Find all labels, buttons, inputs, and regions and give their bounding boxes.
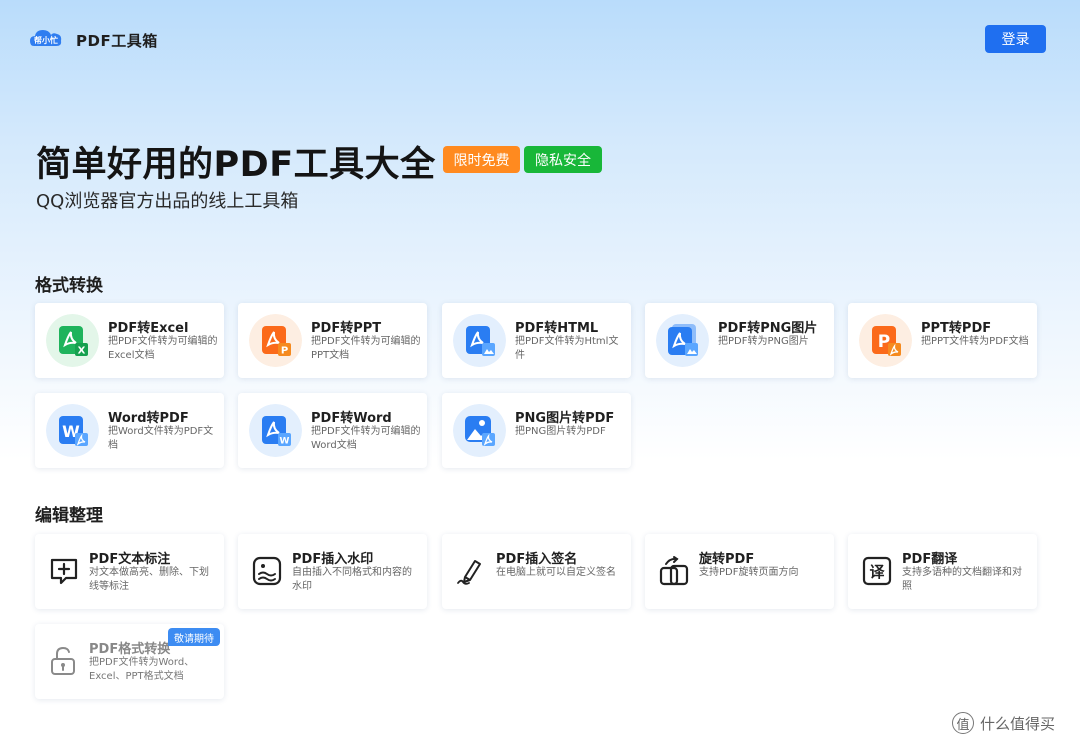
tool-desc: 在电脑上就可以自定义签名 xyxy=(496,567,616,578)
tool-title: PDF转Word xyxy=(311,411,392,426)
watermark-logo-icon: 值 xyxy=(952,712,974,734)
tool-desc: 自由插入不同格式和内容的水印 xyxy=(292,567,412,592)
tool-desc: 把PDF文件转为可编辑的Excel文档 xyxy=(108,336,218,361)
tool-card-pdf-to-html[interactable]: PDF转HTML 把PDF文件转为Html文件 xyxy=(442,303,631,378)
tool-card-word-to-pdf[interactable]: W Word转PDF 把Word文件转为PDF文档 xyxy=(35,393,224,468)
pdf-to-png-icon xyxy=(656,314,709,367)
rotate-icon xyxy=(659,556,689,586)
tool-title: PDF格式转换 xyxy=(89,642,171,657)
tool-title: PDF翻译 xyxy=(902,552,958,567)
unlock-icon xyxy=(51,646,75,675)
png-to-pdf-icon xyxy=(453,404,506,457)
tool-title: PPT转PDF xyxy=(921,321,992,336)
pdf-to-word-icon: W xyxy=(249,404,302,457)
tool-desc: 支持PDF旋转页面方向 xyxy=(699,567,799,578)
tool-title: PDF转PPT xyxy=(311,321,382,336)
tool-desc: 把PPT文件转为PDF文档 xyxy=(921,336,1029,347)
tool-desc: 把PDF文件转为Html文件 xyxy=(515,336,619,361)
logo-text: 帮小忙 xyxy=(34,35,58,45)
coming-soon-badge: 敬请期待 xyxy=(168,628,220,646)
word-to-pdf-icon: W xyxy=(46,404,99,457)
tool-desc: 把PDF转为PNG图片 xyxy=(718,336,809,347)
tool-title: PDF插入签名 xyxy=(496,552,578,567)
section-title-edit-organize: 编辑整理 xyxy=(35,506,103,526)
tool-card-pdf-to-png[interactable]: PDF转PNG图片 把PDF转为PNG图片 xyxy=(645,303,834,378)
tool-card-pdf-to-excel[interactable]: X PDF转Excel 把PDF文件转为可编辑的Excel文档 xyxy=(35,303,224,378)
section-title-format-conversion: 格式转换 xyxy=(35,276,103,296)
svg-text:P: P xyxy=(281,346,288,357)
annotate-icon xyxy=(50,558,78,585)
logo-icon[interactable]: 帮小忙 xyxy=(28,26,64,52)
translate-icon: 译 xyxy=(862,556,892,586)
pdf-to-ppt-icon: P xyxy=(249,314,302,367)
tool-card-translate-pdf[interactable]: 译 PDF翻译 支持多语种的文档翻译和对照 xyxy=(848,534,1037,609)
top-bar: 帮小忙 PDF工具箱 登录 xyxy=(0,0,1080,78)
privacy-badge: 隐私安全 xyxy=(524,146,602,173)
tool-title: Word转PDF xyxy=(108,411,189,426)
tool-card-pdf-format-convert[interactable]: PDF格式转换 把PDF文件转为Word、Excel、PPT格式文档 敬请期待 xyxy=(35,624,224,699)
tool-card-insert-signature[interactable]: PDF插入签名 在电脑上就可以自定义签名 xyxy=(442,534,631,609)
app-name: PDF工具箱 xyxy=(76,32,158,50)
tool-title: PDF文本标注 xyxy=(89,552,171,567)
watermark-text: 什么值得买 xyxy=(980,714,1056,733)
tool-title: PDF转HTML xyxy=(515,321,599,336)
svg-text:译: 译 xyxy=(869,563,885,581)
watermark-icon xyxy=(252,556,282,586)
tool-desc: 把PDF文件转为可编辑的Word文档 xyxy=(311,426,421,451)
page-subtitle: QQ浏览器官方出品的线上工具箱 xyxy=(36,191,299,212)
tool-desc: 把Word文件转为PDF文档 xyxy=(108,426,214,451)
site-watermark: 值 什么值得买 xyxy=(952,712,1055,734)
tool-desc: 把PNG图片转为PDF xyxy=(515,426,606,437)
tool-desc: 支持多语种的文档翻译和对照 xyxy=(902,567,1022,592)
tool-title: 旋转PDF xyxy=(699,552,755,567)
tool-title: PNG图片转PDF xyxy=(515,411,615,426)
tool-desc: 把PDF文件转为可编辑的PPT文档 xyxy=(311,336,421,361)
tool-title: PDF插入水印 xyxy=(292,552,374,567)
tool-card-pdf-to-word[interactable]: W PDF转Word 把PDF文件转为可编辑的Word文档 xyxy=(238,393,427,468)
signature-icon xyxy=(457,560,481,585)
tool-card-insert-watermark[interactable]: PDF插入水印 自由插入不同格式和内容的水印 xyxy=(238,534,427,609)
tool-title: PDF转Excel xyxy=(108,321,189,336)
ppt-to-pdf-icon: P xyxy=(859,314,912,367)
tool-card-text-annotation[interactable]: PDF文本标注 对文本做高亮、删除、下划线等标注 xyxy=(35,534,224,609)
svg-text:W: W xyxy=(280,437,290,447)
svg-text:X: X xyxy=(78,346,86,357)
tool-title: PDF转PNG图片 xyxy=(718,321,818,336)
tool-desc: 把PDF文件转为Word、Excel、PPT格式文档 xyxy=(89,657,195,682)
tool-desc: 对文本做高亮、删除、下划线等标注 xyxy=(89,567,209,592)
tool-card-png-to-pdf[interactable]: PNG图片转PDF 把PNG图片转为PDF xyxy=(442,393,631,468)
tool-card-rotate-pdf[interactable]: 旋转PDF 支持PDF旋转页面方向 xyxy=(645,534,834,609)
free-badge: 限时免费 xyxy=(443,146,520,173)
login-button[interactable]: 登录 xyxy=(985,25,1046,53)
pdf-to-excel-icon: X xyxy=(46,314,99,367)
pdf-to-html-icon xyxy=(453,314,506,367)
tool-card-ppt-to-pdf[interactable]: P PPT转PDF 把PPT文件转为PDF文档 xyxy=(848,303,1037,378)
tool-card-pdf-to-ppt[interactable]: P PDF转PPT 把PDF文件转为可编辑的PPT文档 xyxy=(238,303,427,378)
page-title: 简单好用的PDF工具大全 xyxy=(36,145,436,185)
